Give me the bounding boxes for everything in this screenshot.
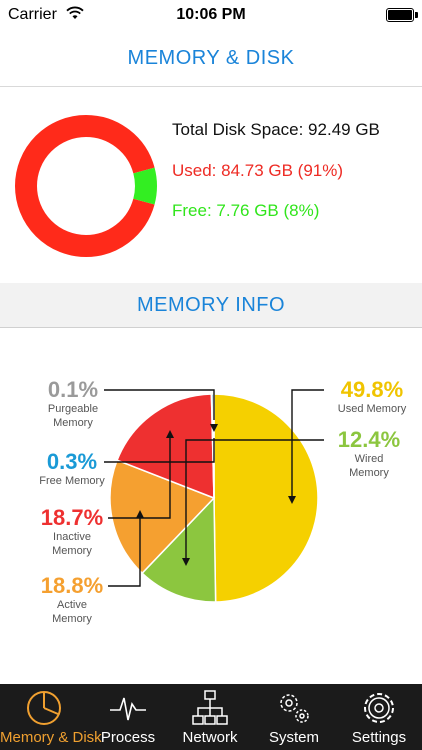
free-memory-name: Free Memory — [39, 475, 105, 487]
active-memory-name-line2: Memory — [52, 613, 92, 625]
wired-memory-percent: 12.4% — [337, 427, 401, 452]
memory-section-header: MEMORY INFO — [0, 283, 422, 328]
active-memory-name-line1: Active — [57, 599, 87, 611]
tab-system-label: System — [268, 729, 319, 746]
battery-icon — [386, 8, 418, 22]
purgeable-memory-percent: 0.1% — [47, 377, 99, 402]
purgeable-memory-name-line1: Purgeable — [47, 403, 99, 415]
inactive-memory-percent: 18.7% — [40, 505, 104, 530]
disk-free-label: Free: 7.76 GB (8%) — [172, 201, 320, 220]
inactive-memory-name-line2: Memory — [52, 545, 92, 557]
disk-total-label: Total Disk Space: 92.49 GB — [172, 120, 380, 139]
disk-section: Total Disk Space: 92.49 GB Used: 84.73 G… — [0, 87, 422, 283]
tab-system[interactable]: System — [252, 684, 336, 750]
tab-bar: Memory & Disk Process Network System Set… — [0, 684, 422, 750]
clock: 10:06 PM — [176, 6, 246, 23]
page-title: MEMORY & DISK — [127, 47, 295, 69]
tab-settings-label: Settings — [351, 729, 407, 746]
tab-network-label: Network — [182, 729, 238, 746]
used-memory-slice — [213, 393, 319, 603]
status-bar: Carrier 10:06 PM — [0, 0, 422, 30]
disk-used-segment — [15, 115, 157, 257]
active-memory-label: 18.8% Active Memory — [20, 574, 124, 626]
inactive-memory-name-line1: Inactive — [53, 531, 91, 543]
used-memory-name: Used Memory — [337, 403, 407, 415]
tab-memory-disk[interactable]: Memory & Disk — [0, 684, 102, 750]
purgeable-memory-name-line2: Memory — [53, 417, 93, 429]
pulse-icon — [108, 688, 148, 733]
disk-usage-ring — [15, 115, 157, 257]
gears-icon — [274, 688, 314, 733]
wired-memory-name-line2: Memory — [349, 467, 389, 479]
network-icon — [190, 688, 230, 733]
tab-memory-disk-label: Memory & Disk — [0, 729, 102, 746]
disk-used-label: Used: 84.73 GB (91%) — [172, 161, 344, 180]
free-memory-percent: 0.3% — [46, 449, 98, 474]
wired-memory-name-line1: Wired — [354, 453, 384, 465]
free-memory-label: 0.3% Free Memory — [22, 450, 122, 488]
navigation-header: MEMORY & DISK — [0, 30, 422, 87]
tab-settings[interactable]: Settings — [336, 684, 422, 750]
purgeable-memory-label: 0.1% Purgeable Memory — [30, 378, 116, 430]
memory-section-title: MEMORY INFO — [136, 294, 286, 316]
used-memory-label: 49.8% Used Memory — [322, 378, 422, 416]
gear-icon — [359, 688, 399, 733]
tab-process-label: Process — [100, 729, 156, 746]
tab-process[interactable]: Process — [88, 684, 168, 750]
pie-chart-icon — [24, 688, 64, 733]
used-memory-percent: 49.8% — [340, 377, 404, 402]
tab-network[interactable]: Network — [168, 684, 252, 750]
active-memory-percent: 18.8% — [40, 573, 104, 598]
wired-memory-label: 12.4% Wired Memory — [322, 428, 416, 480]
memory-info-area: 0.1% Purgeable Memory 0.3% Free Memory 1… — [0, 328, 422, 684]
inactive-memory-label: 18.7% Inactive Memory — [20, 506, 124, 558]
